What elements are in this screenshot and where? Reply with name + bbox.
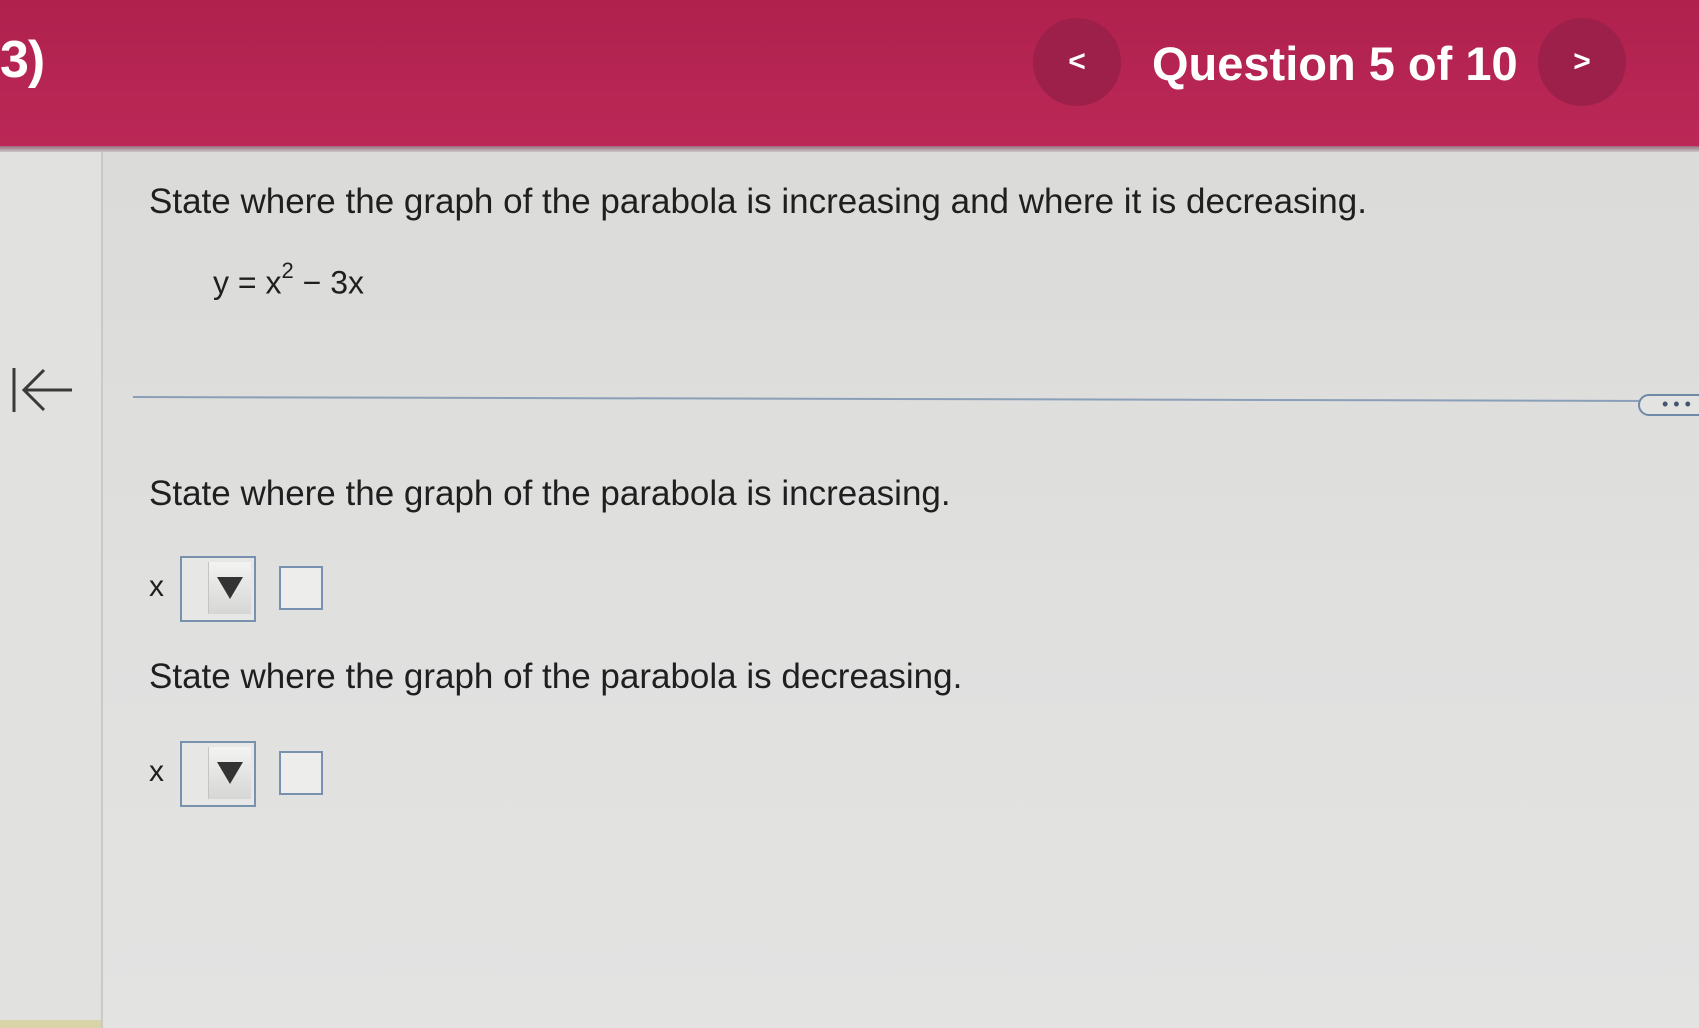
equation: y = x2 − 3x	[213, 258, 364, 302]
page: 3) < Question 5 of 10 > State where the …	[0, 0, 1699, 1028]
equation-rhs: − 3x	[293, 264, 364, 301]
question-content: State where the graph of the parabola is…	[103, 152, 1699, 1028]
decreasing-inequality-dropdown[interactable]	[180, 741, 256, 807]
section-divider	[133, 395, 1663, 403]
dropdown-toggle[interactable]	[208, 562, 251, 614]
question-header: 3) < Question 5 of 10 >	[0, 0, 1699, 148]
previous-question-button[interactable]: <	[1033, 18, 1121, 106]
question-prompt: State where the graph of the parabola is…	[149, 182, 1367, 221]
increasing-inequality-dropdown[interactable]	[180, 556, 256, 622]
triangle-down-icon	[217, 762, 243, 784]
increasing-variable-label: x	[149, 570, 164, 603]
decreasing-variable-label: x	[149, 755, 164, 788]
triangle-down-icon	[217, 577, 243, 599]
sidebar	[0, 152, 103, 1028]
question-number: 3)	[0, 31, 45, 89]
chevron-left-icon: <	[1068, 45, 1086, 78]
dropdown-toggle[interactable]	[208, 747, 251, 799]
increasing-value-input[interactable]	[279, 566, 323, 610]
collapse-left-arrow-icon[interactable]	[10, 362, 74, 418]
next-question-button[interactable]: >	[1538, 18, 1626, 106]
chevron-right-icon: >	[1573, 45, 1591, 78]
question-counter: Question 5 of 10	[1152, 37, 1518, 90]
equation-exponent: 2	[281, 258, 294, 283]
more-options-button[interactable]: • • •	[1638, 394, 1699, 416]
sidebar-bottom-strip	[0, 1020, 101, 1028]
equation-lhs: y = x	[213, 264, 282, 301]
decreasing-prompt: State where the graph of the parabola is…	[149, 657, 963, 696]
decreasing-value-input[interactable]	[279, 751, 323, 795]
increasing-prompt: State where the graph of the parabola is…	[149, 474, 951, 513]
